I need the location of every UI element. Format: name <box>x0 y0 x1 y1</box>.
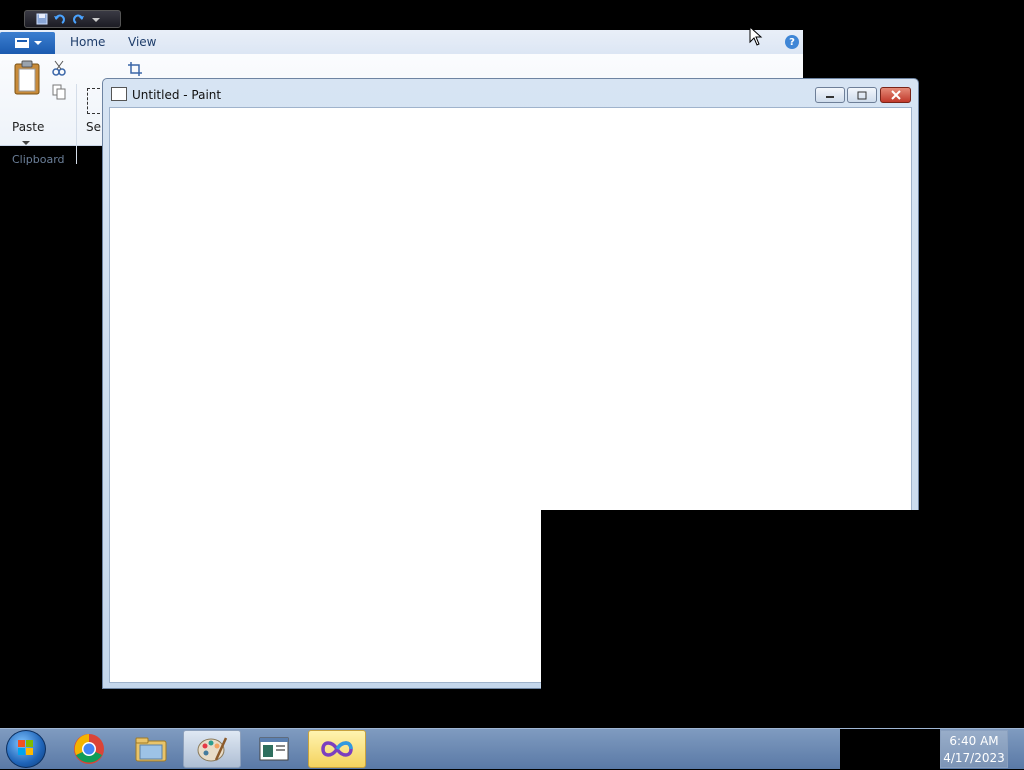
window-title: Untitled - Paint <box>132 88 222 102</box>
app-menu-icon <box>14 38 29 48</box>
mouse-cursor-icon <box>749 26 763 46</box>
minimize-button[interactable] <box>815 87 845 103</box>
taskbar-explorer[interactable] <box>122 730 180 768</box>
cut-icon[interactable] <box>52 60 66 76</box>
restore-button[interactable] <box>847 87 877 103</box>
paste-button[interactable] <box>8 60 46 120</box>
folder-icon <box>135 737 167 762</box>
infinity-icon <box>321 741 353 757</box>
taskbar: 6:40 AM 4/17/2023 <box>0 728 1024 769</box>
paint-palette-icon <box>197 737 228 762</box>
paste-label: Paste <box>12 120 45 134</box>
taskbar-paint[interactable] <box>183 730 241 768</box>
chevron-down-icon <box>33 41 42 45</box>
close-button[interactable] <box>880 87 911 103</box>
redo-icon[interactable] <box>71 12 85 26</box>
clock-date: 4/17/2023 <box>943 751 1005 765</box>
paste-dropdown-icon[interactable] <box>22 140 30 146</box>
undo-icon[interactable] <box>53 12 67 26</box>
restore-icon <box>857 91 867 99</box>
application-menu-button[interactable] <box>0 32 55 54</box>
windows-logo-icon <box>18 740 33 755</box>
window-icon <box>259 737 289 761</box>
taskbar-window[interactable] <box>245 730 303 768</box>
taskbar-chrome[interactable] <box>60 730 118 768</box>
quick-access-toolbar <box>24 10 121 28</box>
system-clock[interactable]: 6:40 AM 4/17/2023 <box>940 730 1008 768</box>
tab-view[interactable]: View <box>128 35 156 49</box>
clipboard-group-label: Clipboard <box>12 153 65 166</box>
group-divider <box>76 84 77 164</box>
crop-icon[interactable] <box>128 62 142 76</box>
paint-app-icon <box>111 87 127 101</box>
taskbar-visual-studio[interactable] <box>308 730 366 768</box>
copy-icon[interactable] <box>52 84 66 100</box>
clipboard-icon <box>14 60 40 95</box>
help-icon[interactable]: ? <box>785 35 799 49</box>
chrome-icon <box>74 734 104 764</box>
clock-time: 6:40 AM <box>949 734 999 748</box>
tab-home[interactable]: Home <box>70 35 105 49</box>
customize-dropdown-icon[interactable] <box>89 12 103 26</box>
save-icon[interactable] <box>35 12 49 26</box>
minimize-icon <box>826 96 834 98</box>
close-icon <box>890 90 901 100</box>
black-region <box>541 510 1024 730</box>
taskbar-black-region <box>840 729 940 769</box>
ribbon-tab-bar: Home View ? <box>0 30 803 55</box>
start-button[interactable] <box>6 730 46 768</box>
